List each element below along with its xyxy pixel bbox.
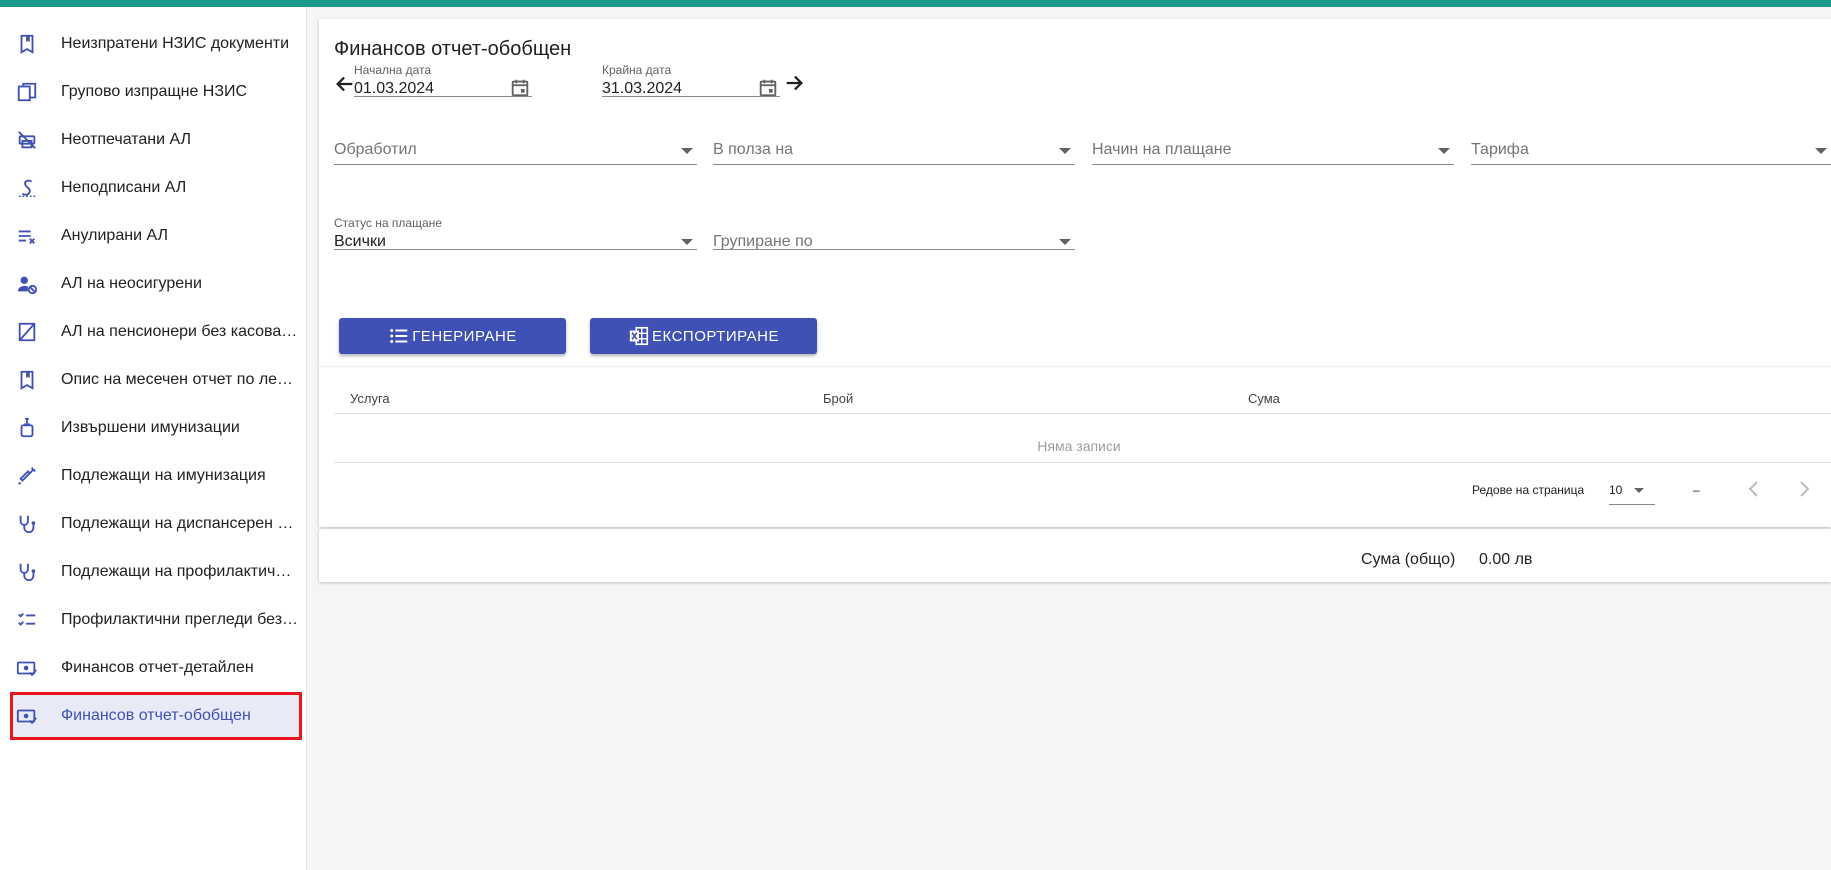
sidebar-item-uninsured[interactable]: АЛ на неосигурени: [10, 260, 302, 308]
sidebar-item-prophylactic-due[interactable]: Подлежащи на профилактичен преглед: [10, 548, 302, 596]
sidebar-item-label: Неотпечатани АЛ: [61, 131, 192, 148]
copy-documents-icon: [15, 80, 39, 104]
table-footer-divider: [334, 462, 1831, 463]
sidebar-item-immunizations-due[interactable]: Подлежащи на имунизация: [10, 452, 302, 500]
sidebar-item-unsigned[interactable]: Неподписани АЛ: [10, 164, 302, 212]
tariff-placeholder: Тарифа: [1471, 141, 1529, 158]
sidebar-item-dispensary[interactable]: Подлежащи на диспансерен преглед: [10, 500, 302, 548]
sidebar: Неизпратени НЗИС документи Групово изпра…: [0, 7, 307, 870]
top-accent-bar: [0, 0, 1831, 7]
column-header-service[interactable]: Услуга: [350, 391, 390, 406]
signature-icon: [15, 176, 39, 200]
column-header-count[interactable]: Брой: [823, 391, 853, 406]
sidebar-item-label: Анулирани АЛ: [61, 227, 168, 244]
column-header-sum[interactable]: Сума: [1248, 391, 1280, 406]
printer-off-icon: [15, 128, 39, 152]
generate-label: ГЕНЕРИРАНЕ: [412, 327, 517, 345]
chevron-down-icon: [1815, 148, 1827, 154]
sidebar-item-unprinted[interactable]: Неотпечатани АЛ: [10, 116, 302, 164]
sidebar-item-finance-detailed[interactable]: Финансов отчет-детайлен: [10, 644, 302, 692]
previous-page-icon[interactable]: [1742, 477, 1766, 501]
sidebar-item-label: Подлежащи на имунизация: [61, 467, 266, 484]
export-label: ЕКСПОРТИРАНЕ: [652, 327, 779, 345]
chevron-down-icon: [681, 239, 693, 245]
sidebar-item-cancelled[interactable]: Анулирани АЛ: [10, 212, 302, 260]
payment-method-select[interactable]: Начин на плащане: [1092, 136, 1454, 165]
cash-check-icon: [15, 656, 39, 680]
cash-check-icon: [15, 704, 39, 728]
chevron-down-icon: [1059, 148, 1071, 154]
page-title: Финансов отчет-обобщен: [334, 38, 572, 60]
syringe-icon: [15, 464, 39, 488]
sidebar-item-label: Групово изпращне НЗИС: [61, 83, 248, 100]
note-slash-icon: [15, 320, 39, 344]
list-remove-icon: [15, 224, 39, 248]
sidebar-item-label: Опис на месечен отчет по лекарствата: [61, 371, 299, 388]
sidebar-item-prophylactic-no-result[interactable]: Профилактични прегледи без резултат: [10, 596, 302, 644]
sidebar-item-label: Подлежащи на профилактичен преглед: [61, 563, 299, 580]
rows-per-page-select[interactable]: 10: [1609, 477, 1655, 505]
sidebar-item-label: Профилактични прегледи без резултат: [61, 611, 299, 628]
sidebar-item-immunizations-done[interactable]: Извършени имунизации: [10, 404, 302, 452]
export-button[interactable]: ЕКСПОРТИРАНЕ: [590, 318, 817, 354]
stethoscope-icon: [15, 512, 39, 536]
checklist-icon: [15, 608, 39, 632]
vial-icon: [15, 416, 39, 440]
end-date-field[interactable]: Крайна дата 31.03.2024: [602, 63, 780, 97]
sidebar-item-label: Неподписани АЛ: [61, 179, 187, 196]
total-sum-label: Сума (общо): [1361, 551, 1456, 568]
arrow-right-icon[interactable]: [783, 72, 805, 94]
payment-status-select[interactable]: Статус на плащане Всички: [334, 216, 697, 250]
sidebar-item-unsent-nzis[interactable]: Неизпратени НЗИС документи: [10, 20, 302, 68]
sidebar-item-label: Финансов отчет-детайлен: [61, 659, 254, 676]
tariff-select[interactable]: Тарифа: [1471, 136, 1831, 165]
start-date-field[interactable]: Начална дата 01.03.2024: [354, 63, 532, 97]
group-by-select[interactable]: Групиране по: [713, 216, 1075, 250]
sidebar-item-label: АЛ на пенсионери без касова бележка: [61, 323, 299, 340]
sidebar-item-label: Извършени имунизации: [61, 419, 240, 436]
sidebar-item-label: Неизпратени НЗИС документи: [61, 35, 290, 52]
in-favor-of-select[interactable]: В полза на: [713, 136, 1075, 165]
sidebar-item-finance-summary[interactable]: Финансов отчет-обобщен: [10, 692, 302, 740]
payment-method-placeholder: Начин на плащане: [1092, 141, 1232, 158]
sidebar-item-pensioners[interactable]: АЛ на пенсионери без касова бележка: [10, 308, 302, 356]
chevron-down-icon: [1438, 148, 1450, 154]
sidebar-item-monthly-report[interactable]: Опис на месечен отчет по лекарствата: [10, 356, 302, 404]
rows-per-page-value: 10: [1609, 483, 1623, 497]
chevron-down-icon: [681, 148, 693, 154]
table-top-divider: [319, 366, 1831, 367]
start-date-label: Начална дата: [354, 63, 432, 77]
list-icon: [390, 329, 408, 343]
sidebar-item-group-send-nzis[interactable]: Групово изпращне НЗИС: [10, 68, 302, 116]
sidebar-item-label: Финансов отчет-обобщен: [61, 707, 251, 724]
bookmark-icon: [15, 32, 39, 56]
table-header-divider: [334, 413, 1831, 414]
chevron-down-icon: [1634, 488, 1644, 493]
end-date-label: Крайна дата: [602, 63, 672, 77]
processed-by-select[interactable]: Обработил: [334, 136, 697, 165]
summary-card: [319, 529, 1831, 582]
total-sum-value: 0.00 лв: [1479, 551, 1533, 568]
arrow-left-icon[interactable]: [334, 73, 356, 95]
sidebar-item-label: Подлежащи на диспансерен преглед: [61, 515, 299, 532]
sidebar-item-label: АЛ на неосигурени: [61, 275, 202, 292]
processed-by-placeholder: Обработил: [334, 141, 417, 158]
generate-button[interactable]: ГЕНЕРИРАНЕ: [339, 318, 566, 354]
rows-per-page-label: Редове на страница: [1472, 483, 1585, 497]
payment-status-label: Статус на плащане: [334, 216, 442, 230]
person-off-icon: [15, 272, 39, 296]
chevron-down-icon: [1059, 239, 1071, 245]
pagination-range: –: [1693, 483, 1700, 497]
bookmark-icon: [15, 368, 39, 392]
main-content: Финансов отчет-обобщен Начална дата 01.0…: [307, 7, 1831, 870]
in-favor-of-placeholder: В полза на: [713, 141, 794, 158]
stethoscope-icon: [15, 560, 39, 584]
next-page-icon[interactable]: [1792, 477, 1816, 501]
excel-icon: [629, 326, 649, 346]
empty-table-message: Няма записи: [1037, 438, 1121, 454]
